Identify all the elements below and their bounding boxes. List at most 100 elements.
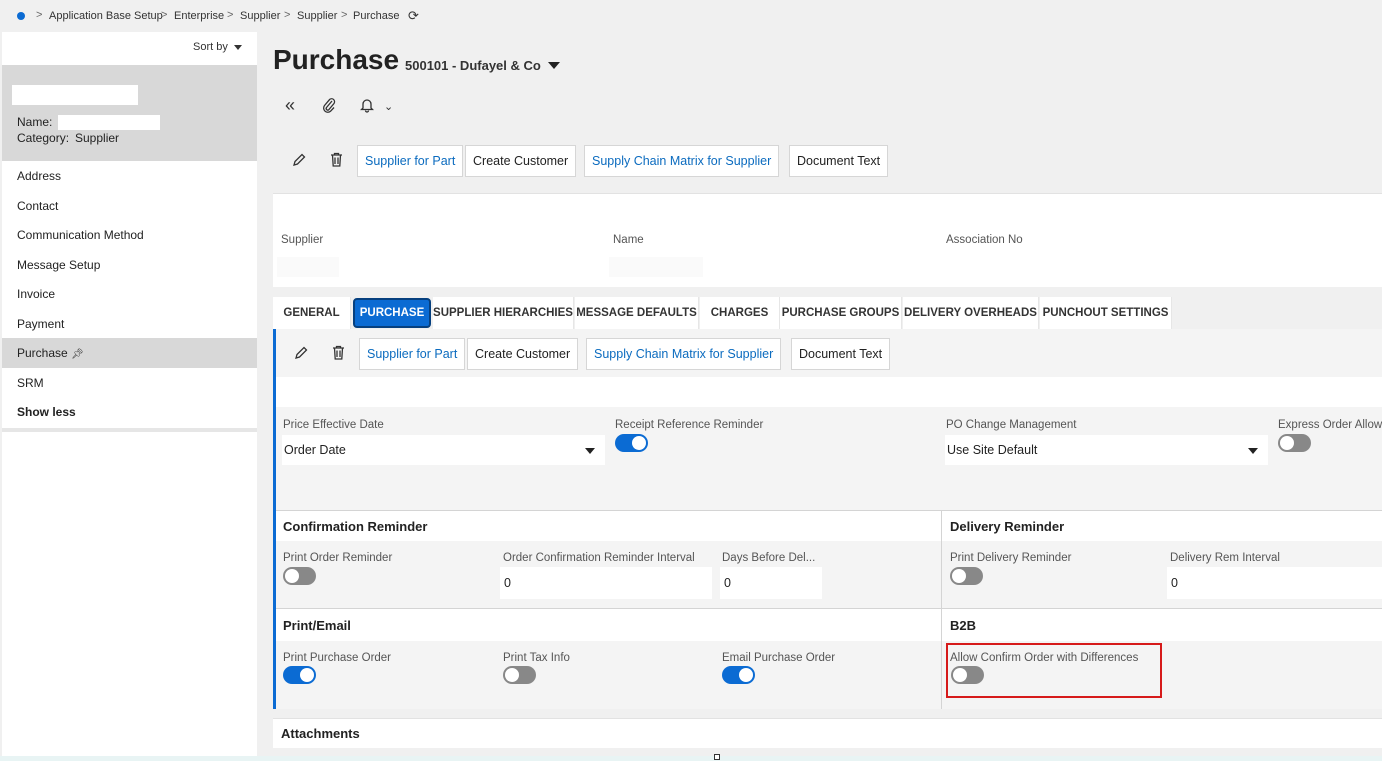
name-label: Name: xyxy=(17,115,53,129)
tab-punchout-settings[interactable]: PUNCHOUT SETTINGS xyxy=(1040,297,1172,329)
express-order-toggle[interactable] xyxy=(1278,434,1311,452)
breadcrumb-item[interactable]: Enterprise xyxy=(174,10,224,22)
group-header-bg xyxy=(276,609,941,641)
pencil-icon[interactable] xyxy=(292,153,306,171)
select-value: Order Date xyxy=(284,443,346,457)
receipt-reference-reminder-label: Receipt Reference Reminder xyxy=(615,419,764,431)
header-card: Supplier Name Association No xyxy=(273,193,1382,287)
chevron-down-icon[interactable]: ⌄ xyxy=(384,99,393,115)
days-before-delivery-input[interactable]: 0 xyxy=(720,567,822,599)
po-change-management-label: PO Change Management xyxy=(946,419,1077,431)
supply-chain-matrix-button[interactable]: Supply Chain Matrix for Supplier xyxy=(584,145,780,177)
print-order-reminder-toggle[interactable] xyxy=(283,567,316,585)
category-label: Category: xyxy=(17,131,70,145)
sidebar-item-invoice[interactable]: Invoice xyxy=(2,279,257,309)
refresh-icon[interactable]: ⟳ xyxy=(408,8,419,24)
resize-handle[interactable] xyxy=(714,754,720,760)
days-before-delivery-label: Days Before Del... xyxy=(722,552,816,564)
confirmation-reminder-title: Confirmation Reminder xyxy=(283,519,428,534)
price-effective-date-label: Price Effective Date xyxy=(283,419,384,431)
sidebar: Sort by Name: Category: Supplier Address… xyxy=(2,32,257,756)
document-text-button[interactable]: Document Text xyxy=(791,338,891,370)
receipt-reference-reminder-toggle[interactable] xyxy=(615,434,648,452)
sidebar-item-contact[interactable]: Contact xyxy=(2,191,257,221)
create-customer-button[interactable]: Create Customer xyxy=(465,145,577,177)
record-card[interactable]: Name: Category: Supplier xyxy=(2,65,257,161)
trash-icon[interactable] xyxy=(332,345,345,364)
sort-by-button[interactable]: Sort by xyxy=(193,41,242,53)
breadcrumb: > Application Base Setup > Enterprise > … xyxy=(0,0,1382,32)
order-confirmation-interval-input[interactable]: 0 xyxy=(500,567,712,599)
sort-by-label: Sort by xyxy=(193,41,228,53)
print-tax-info-label: Print Tax Info xyxy=(503,652,570,664)
caret-down-icon xyxy=(1248,448,1258,454)
email-purchase-order-toggle[interactable] xyxy=(722,666,755,684)
sidebar-item-label: Purchase xyxy=(17,346,68,360)
divider xyxy=(2,428,257,432)
tab-charges[interactable]: CHARGES xyxy=(700,297,780,329)
breadcrumb-item: Purchase xyxy=(353,10,400,22)
breadcrumb-item[interactable]: Supplier xyxy=(240,10,280,22)
sidebar-item-communication-method[interactable]: Communication Method xyxy=(2,220,257,250)
attachments-section[interactable]: Attachments xyxy=(273,718,1382,748)
order-confirmation-interval-label: Order Confirmation Reminder Interval xyxy=(503,552,695,564)
chevron-right-icon: > xyxy=(227,9,234,21)
sidebar-item-srm[interactable]: SRM xyxy=(2,368,257,398)
document-text-button[interactable]: Document Text xyxy=(789,145,889,177)
sidebar-item-address[interactable]: Address xyxy=(2,161,257,191)
association-no-label: Association No xyxy=(946,234,1023,246)
create-customer-button[interactable]: Create Customer xyxy=(467,338,579,370)
delivery-rem-interval-label: Delivery Rem Interval xyxy=(1170,552,1280,564)
bottom-strip xyxy=(0,756,1382,761)
sidebar-item-payment[interactable]: Payment xyxy=(2,309,257,339)
show-less-link[interactable]: Show less xyxy=(2,397,257,427)
tab-message-defaults[interactable]: MESSAGE DEFAULTS xyxy=(575,297,699,329)
record-selector[interactable]: 500101 - Dufayel & Co xyxy=(405,58,541,73)
bell-icon[interactable] xyxy=(359,97,375,117)
name-label: Name xyxy=(613,234,644,246)
caret-down-icon[interactable] xyxy=(548,62,560,69)
group-header-bg xyxy=(942,609,1382,641)
sidebar-item-purchase[interactable]: Purchase 📌︎ xyxy=(2,338,257,368)
trash-icon[interactable] xyxy=(330,152,343,171)
tab-delivery-overheads[interactable]: DELIVERY OVERHEADS xyxy=(903,297,1039,329)
breadcrumb-item[interactable]: Supplier xyxy=(297,10,337,22)
tab-general[interactable]: GENERAL xyxy=(273,297,351,329)
supply-chain-matrix-button[interactable]: Supply Chain Matrix for Supplier xyxy=(586,338,782,370)
delivery-reminder-title: Delivery Reminder xyxy=(950,519,1065,534)
record-title-redacted xyxy=(12,85,138,105)
supplier-value-redacted xyxy=(277,257,339,277)
print-purchase-order-toggle[interactable] xyxy=(283,666,316,684)
print-purchase-order-label: Print Purchase Order xyxy=(283,652,392,664)
tab-supplier-hierarchies[interactable]: SUPPLIER HIERARCHIES xyxy=(433,297,574,329)
supplier-for-part-button[interactable]: Supplier for Part xyxy=(357,145,464,177)
name-value-redacted xyxy=(609,257,703,277)
print-delivery-reminder-label: Print Delivery Reminder xyxy=(950,552,1072,564)
chevron-right-icon: > xyxy=(36,9,43,21)
tab-purchase[interactable]: PURCHASE xyxy=(353,298,431,328)
category-value: Supplier xyxy=(75,131,120,145)
print-tax-info-toggle[interactable] xyxy=(503,666,536,684)
b2b-title: B2B xyxy=(950,618,977,633)
pin-icon[interactable]: 📌︎ xyxy=(71,349,84,360)
tab-purchase-groups[interactable]: PURCHASE GROUPS xyxy=(780,297,902,329)
home-icon[interactable] xyxy=(17,12,25,20)
attachment-icon[interactable] xyxy=(322,97,336,117)
chevron-right-icon: > xyxy=(341,9,348,21)
price-effective-date-select[interactable]: Order Date xyxy=(282,435,605,465)
print-delivery-reminder-toggle[interactable] xyxy=(950,567,983,585)
po-change-management-select[interactable]: Use Site Default xyxy=(945,435,1268,465)
highlight-box xyxy=(946,643,1162,698)
pencil-icon[interactable] xyxy=(294,346,308,364)
panel-spacer xyxy=(276,377,1382,407)
collapse-icon[interactable]: « xyxy=(285,96,295,114)
page-title: Purchase xyxy=(273,44,400,75)
chevron-right-icon: > xyxy=(284,9,291,21)
supplier-for-part-button[interactable]: Supplier for Part xyxy=(359,338,466,370)
sidebar-item-message-setup[interactable]: Message Setup xyxy=(2,250,257,280)
print-email-title: Print/Email xyxy=(283,618,351,633)
breadcrumb-item[interactable]: Application Base Setup xyxy=(49,10,163,22)
express-order-label: Express Order Allow xyxy=(1278,419,1382,431)
delivery-rem-interval-input[interactable]: 0 xyxy=(1167,567,1382,599)
attachments-title: Attachments xyxy=(281,726,360,741)
